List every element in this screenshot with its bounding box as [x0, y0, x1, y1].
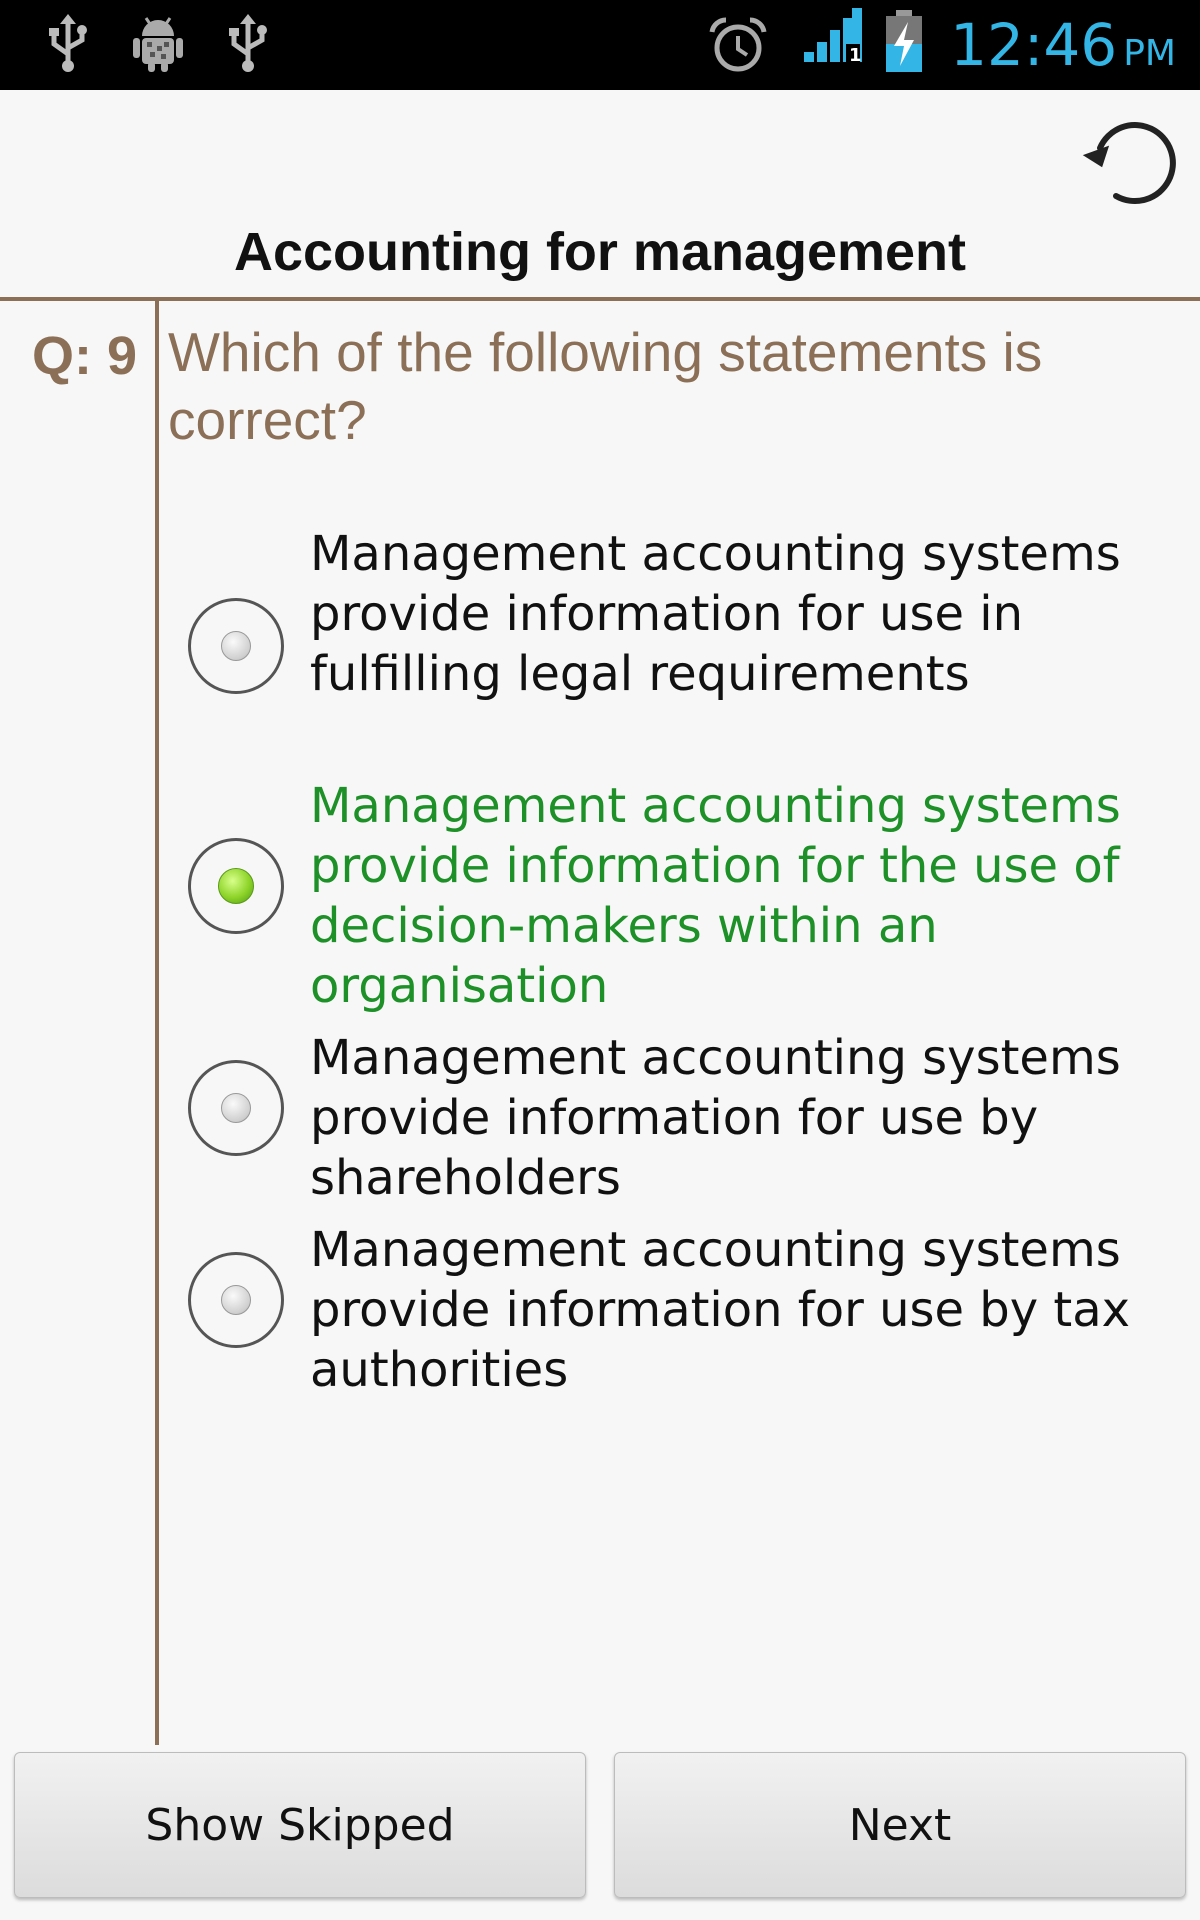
- answer-option-text: Management accounting systems provide in…: [310, 1030, 1121, 1206]
- question-text: Which of the following statements is cor…: [168, 321, 1043, 451]
- radio-indicator: [221, 631, 251, 661]
- answer-option-text: Management accounting systems provide in…: [310, 526, 1121, 702]
- answer-option-text: Management accounting systems provide in…: [310, 778, 1121, 1014]
- clock-ampm: PM: [1123, 33, 1176, 74]
- answer-option-text: Management accounting systems provide in…: [310, 1222, 1131, 1398]
- radio-indicator: [221, 1285, 251, 1315]
- next-button[interactable]: Next: [614, 1752, 1186, 1898]
- status-bar: 1 12:46 PM: [0, 0, 1200, 90]
- header-divider: [0, 297, 1200, 301]
- question-column-divider: [155, 301, 159, 1745]
- show-skipped-button[interactable]: Show Skipped: [14, 1752, 586, 1898]
- usb-icon: [226, 14, 270, 74]
- android-debug-icon: [130, 14, 186, 74]
- page-title: Accounting for management: [233, 222, 967, 282]
- radio-button-selected[interactable]: [188, 838, 284, 934]
- usb-icon: [46, 14, 90, 74]
- svg-text:1: 1: [849, 45, 862, 64]
- answer-option-3[interactable]: Management accounting systems provide in…: [180, 1028, 1180, 1208]
- answer-option-4[interactable]: Management accounting systems provide in…: [180, 1220, 1180, 1400]
- battery-charging-icon: [884, 10, 924, 74]
- radio-button[interactable]: [188, 1060, 284, 1156]
- radio-button[interactable]: [188, 598, 284, 694]
- radio-indicator: [221, 1093, 251, 1123]
- status-clock: 12:46 PM: [950, 10, 1176, 80]
- radio-button[interactable]: [188, 1252, 284, 1348]
- clock-time: 12:46: [950, 11, 1118, 79]
- signal-icon: 1: [802, 8, 864, 64]
- question-number: Q: 9: [32, 326, 138, 386]
- answer-option-2[interactable]: Management accounting systems provide in…: [180, 776, 1180, 1016]
- answer-option-1[interactable]: Management accounting systems provide in…: [180, 524, 1180, 764]
- alarm-icon: [708, 16, 768, 76]
- refresh-icon[interactable]: [1072, 106, 1184, 210]
- radio-indicator: [218, 868, 254, 904]
